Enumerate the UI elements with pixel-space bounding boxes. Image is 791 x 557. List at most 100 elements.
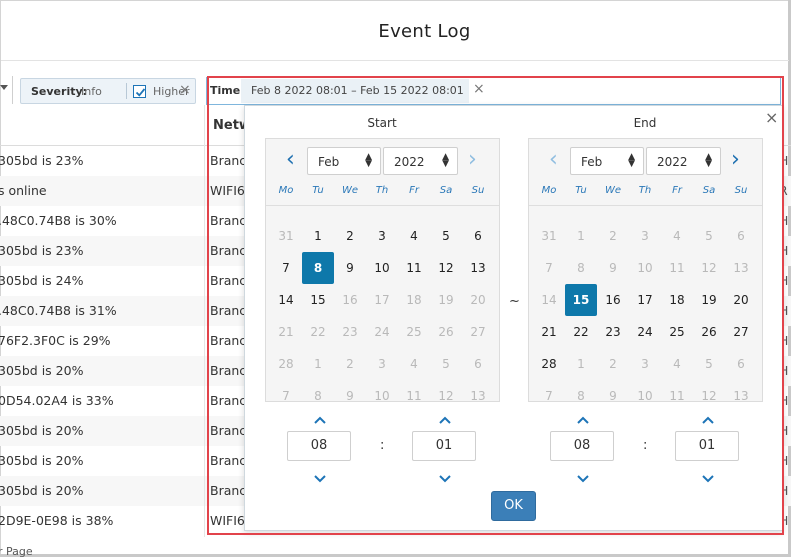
day-cell: 13 [470, 389, 486, 403]
day-cell[interactable]: 11 [398, 252, 430, 284]
day-cell[interactable]: 25 [661, 316, 693, 348]
day-cell[interactable]: 6 [462, 220, 494, 252]
day-cell[interactable]: 1 [302, 220, 334, 252]
time-range-value[interactable]: Feb 8 2022 08:01 – Feb 15 2022 08:01 [241, 79, 469, 103]
network-cell: Branc [210, 363, 247, 378]
minute-decrement-icon[interactable] [700, 472, 716, 484]
day-cell[interactable]: 28 [533, 348, 565, 380]
day-cell[interactable]: 24 [629, 316, 661, 348]
day-cell: 6 [474, 357, 482, 371]
weekday-label: Mo [278, 185, 294, 196]
day-cell[interactable]: 21 [533, 316, 565, 348]
day-cell[interactable]: 3 [366, 220, 398, 252]
day-cell[interactable]: 12 [430, 252, 462, 284]
network-cell: Branc [210, 393, 247, 408]
minute-decrement-icon[interactable] [437, 472, 453, 484]
ok-button[interactable]: OK [491, 491, 536, 521]
chevron-down-icon[interactable] [0, 85, 8, 90]
day-cell: 2 [609, 229, 617, 243]
end-minute-input[interactable]: 01 [675, 431, 739, 461]
column-separator [204, 105, 205, 537]
close-icon[interactable]: × [179, 82, 191, 98]
event-description: 305bd is 23% [0, 153, 84, 168]
day-cell[interactable]: 22 [565, 316, 597, 348]
day-cell: 22 [310, 325, 326, 339]
day-cell: 3 [378, 357, 386, 371]
severity-value[interactable]: Info [81, 85, 102, 98]
selected-day-cell[interactable]: 15 [565, 284, 597, 316]
day-cell[interactable]: 15 [302, 284, 334, 316]
end-month-select[interactable]: Feb ▲ ▼ [570, 147, 644, 175]
start-calendar: ‹ Feb ▲ ▼ 2022 ▲ ▼ › Mo Tu We Th Fr Sa Su 31 1 2 3 4 5… [265, 138, 500, 403]
title-divider [1, 60, 789, 61]
day-cell[interactable]: 2 [334, 220, 366, 252]
start-minute-input[interactable]: 01 [412, 431, 476, 461]
day-cell: 12 [438, 389, 454, 403]
day-cell: 1 [314, 357, 322, 371]
time-filter-chip[interactable]: Time: Feb 8 2022 08:01 – Feb 15 2022 08:… [206, 77, 781, 105]
day-cell: 9 [609, 261, 617, 275]
network-cell: Branc [210, 453, 247, 468]
day-cell: 16 [342, 293, 358, 307]
weekday-label: Th [375, 185, 389, 196]
event-description: 0D54.02A4 is 33% [0, 393, 114, 408]
event-description: 2D9E-0E98 is 38% [0, 513, 114, 528]
higher-checkbox[interactable] [133, 85, 146, 98]
day-cell[interactable]: 27 [725, 316, 757, 348]
minute-increment-icon[interactable] [437, 415, 453, 427]
day-cell[interactable]: 7 [270, 252, 302, 284]
day-cell: 8 [577, 389, 585, 403]
day-cell: 20 [470, 293, 486, 307]
selected-day-cell[interactable]: 8 [302, 252, 334, 284]
day-cell[interactable]: 5 [430, 220, 462, 252]
close-icon[interactable]: × [765, 108, 778, 127]
event-description: 305bd is 20% [0, 423, 84, 438]
start-month-select[interactable]: Feb ▲ ▼ [307, 147, 381, 175]
hour-increment-icon[interactable] [312, 415, 328, 427]
weekday-divider [529, 205, 762, 206]
page-title: Event Log [378, 21, 471, 42]
day-cell: 11 [669, 389, 685, 403]
hour-increment-icon[interactable] [575, 415, 591, 427]
day-cell: 7 [545, 261, 553, 275]
event-description: 76F2.3F0C is 29% [0, 333, 111, 348]
close-icon[interactable]: × [473, 81, 485, 97]
day-cell[interactable]: 20 [725, 284, 757, 316]
start-year-select[interactable]: 2022 ▲ ▼ [383, 147, 458, 175]
day-cell: 13 [733, 389, 749, 403]
day-cell: 11 [669, 261, 685, 275]
chevron-left-icon[interactable]: ‹ [286, 149, 295, 171]
day-cell[interactable]: 16 [597, 284, 629, 316]
day-cell[interactable]: 23 [597, 316, 629, 348]
network-cell: Branc [210, 483, 247, 498]
severity-filter-chip[interactable]: Severity: Info Higher × [20, 78, 196, 104]
day-cell[interactable]: 14 [270, 284, 302, 316]
day-cell[interactable]: 4 [398, 220, 430, 252]
day-cell[interactable]: 17 [629, 284, 661, 316]
day-cell[interactable]: 18 [661, 284, 693, 316]
day-cell: 12 [701, 389, 717, 403]
minute-increment-icon[interactable] [700, 415, 716, 427]
end-year-select[interactable]: 2022 ▲ ▼ [646, 147, 721, 175]
day-cell[interactable]: 9 [334, 252, 366, 284]
chevron-left-icon[interactable]: ‹ [549, 149, 558, 171]
day-cell: 2 [609, 357, 617, 371]
chevron-right-icon[interactable]: › [468, 149, 477, 171]
network-cell: Branc [210, 423, 247, 438]
day-cell: 26 [438, 325, 454, 339]
time-label: Time: [210, 84, 245, 97]
day-cell[interactable]: 10 [366, 252, 398, 284]
day-cell[interactable]: 19 [693, 284, 725, 316]
end-hour-input[interactable]: 08 [550, 431, 614, 461]
weekday-label: Tu [312, 185, 324, 196]
chevron-right-icon[interactable]: › [731, 149, 740, 171]
hour-decrement-icon[interactable] [575, 472, 591, 484]
day-cell[interactable]: 13 [462, 252, 494, 284]
hour-decrement-icon[interactable] [312, 472, 328, 484]
start-hour-input[interactable]: 08 [287, 431, 351, 461]
day-cell: 18 [406, 293, 422, 307]
network-cell: WIFI6 [210, 513, 245, 528]
select-arrows-icon: ▲ ▼ [365, 152, 372, 169]
day-cell: 9 [609, 389, 617, 403]
day-cell[interactable]: 26 [693, 316, 725, 348]
